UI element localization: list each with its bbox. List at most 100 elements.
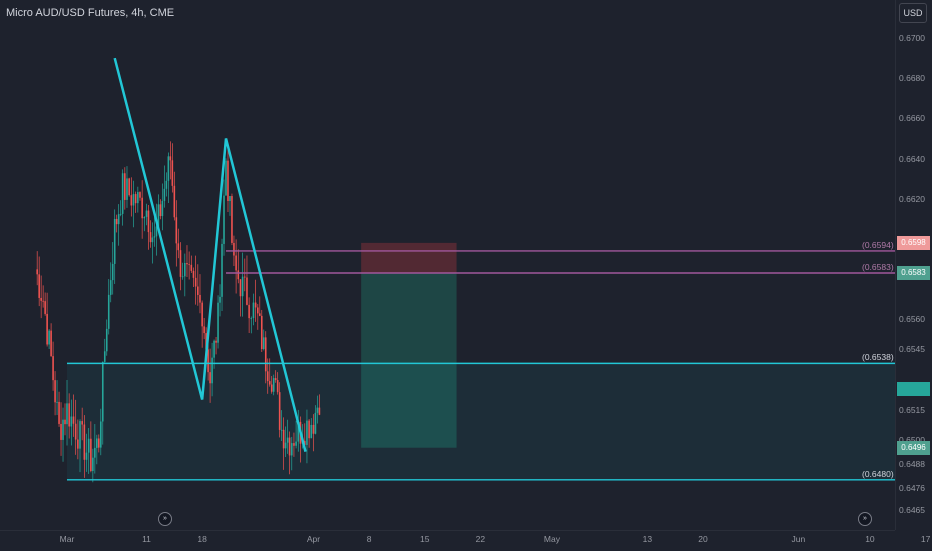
price-chart[interactable] bbox=[0, 0, 895, 530]
candle-body bbox=[318, 407, 321, 415]
candle-body bbox=[130, 195, 133, 206]
candle-body bbox=[293, 443, 295, 446]
time-tick-label: 8 bbox=[366, 534, 372, 544]
candle-body bbox=[252, 302, 255, 318]
level-label: (0.6480) bbox=[862, 468, 894, 479]
candle-body bbox=[149, 232, 152, 243]
candle-body bbox=[209, 372, 211, 384]
candle-body bbox=[217, 302, 219, 343]
candle-body bbox=[111, 263, 114, 281]
candle-body bbox=[141, 197, 143, 219]
time-tick-label: 22 bbox=[475, 534, 486, 544]
price-badge: 0.6583 bbox=[897, 266, 930, 280]
candle-body bbox=[179, 250, 182, 277]
candle-body bbox=[262, 337, 265, 350]
candle-body bbox=[188, 264, 190, 266]
candle-body bbox=[215, 340, 217, 343]
candle-body bbox=[194, 277, 197, 287]
price-tick-label: 0.6680 bbox=[899, 73, 925, 84]
candle-body bbox=[68, 403, 70, 427]
candle-body bbox=[186, 262, 188, 265]
time-tick-label: Mar bbox=[59, 534, 75, 544]
candle-body bbox=[52, 356, 54, 381]
time-tick-label: 10 bbox=[865, 534, 875, 544]
replay-marker-icon[interactable]: » bbox=[858, 512, 872, 526]
candle-body bbox=[197, 286, 199, 295]
candle-body bbox=[159, 204, 162, 217]
time-axis[interactable] bbox=[0, 530, 895, 551]
candle-body bbox=[290, 443, 293, 456]
candle-body bbox=[223, 195, 225, 244]
candle-body bbox=[85, 452, 88, 460]
candle-body bbox=[254, 302, 257, 308]
candle-body bbox=[124, 173, 126, 200]
candle-body bbox=[181, 276, 184, 278]
candle-body bbox=[184, 262, 186, 277]
candle-body bbox=[50, 330, 52, 357]
candle-body bbox=[282, 429, 285, 449]
candle-body bbox=[312, 424, 315, 434]
price-badge: 0.6496 bbox=[897, 440, 930, 455]
time-tick-label: Apr bbox=[306, 534, 321, 544]
candle-body bbox=[231, 196, 233, 243]
stop-loss-zone bbox=[361, 242, 457, 274]
candle-body bbox=[132, 194, 135, 206]
level-label: (0.6594) bbox=[862, 239, 894, 250]
candle-body bbox=[121, 173, 124, 214]
range-box bbox=[67, 363, 895, 480]
candle-body bbox=[171, 160, 174, 186]
candle-body bbox=[109, 280, 112, 295]
candle-body bbox=[248, 304, 250, 319]
candle-body bbox=[235, 255, 237, 271]
candle-body bbox=[77, 439, 79, 449]
price-tick-label: 0.6560 bbox=[899, 314, 925, 325]
candle-body bbox=[79, 421, 81, 449]
candle-body bbox=[284, 442, 287, 449]
candle-body bbox=[44, 301, 46, 314]
candle-body bbox=[310, 424, 313, 439]
time-tick-label: 13 bbox=[642, 534, 653, 544]
candle-body bbox=[201, 302, 203, 327]
time-tick-label: 18 bbox=[197, 534, 207, 544]
candle-body bbox=[286, 437, 289, 443]
candle-body bbox=[145, 210, 148, 217]
candle-body bbox=[103, 351, 106, 362]
candle-body bbox=[241, 276, 244, 297]
price-badge: 0.6598 bbox=[897, 235, 930, 250]
candle-body bbox=[70, 416, 73, 427]
candle-body bbox=[48, 330, 50, 345]
candle-body bbox=[221, 243, 223, 297]
candle-body bbox=[229, 196, 231, 201]
candle-body bbox=[143, 216, 146, 219]
candle-body bbox=[38, 274, 40, 298]
candle-body bbox=[199, 294, 201, 303]
price-badge bbox=[897, 382, 930, 397]
time-tick-label: Jun bbox=[791, 534, 806, 544]
candle-body bbox=[278, 392, 281, 430]
price-tick-label: 0.6620 bbox=[899, 193, 925, 204]
time-tick-label: 17 bbox=[920, 534, 931, 544]
candle-body bbox=[264, 337, 267, 372]
time-tick-label: 20 bbox=[698, 534, 708, 544]
candle-body bbox=[101, 361, 104, 422]
candle-body bbox=[308, 420, 310, 439]
candle-body bbox=[192, 270, 195, 278]
candle-body bbox=[126, 178, 128, 200]
candle-body bbox=[66, 403, 68, 425]
currency-button[interactable]: USD bbox=[899, 3, 927, 23]
candle-body bbox=[225, 160, 227, 196]
candle-body bbox=[246, 277, 248, 305]
candle-body bbox=[280, 429, 283, 431]
candle-body bbox=[81, 421, 83, 425]
candle-body bbox=[276, 380, 279, 393]
candle-body bbox=[227, 160, 229, 201]
candle-body bbox=[250, 317, 253, 319]
candle-body bbox=[257, 307, 259, 314]
candle-body bbox=[314, 412, 317, 434]
candle-body bbox=[56, 401, 58, 403]
candle-body bbox=[137, 192, 139, 204]
price-tick-label: 0.6476 bbox=[899, 482, 925, 493]
candle-body bbox=[72, 416, 75, 424]
replay-marker-icon[interactable]: » bbox=[158, 512, 172, 526]
symbol-title[interactable]: Micro AUD/USD Futures, 4h, CME bbox=[6, 7, 174, 19]
